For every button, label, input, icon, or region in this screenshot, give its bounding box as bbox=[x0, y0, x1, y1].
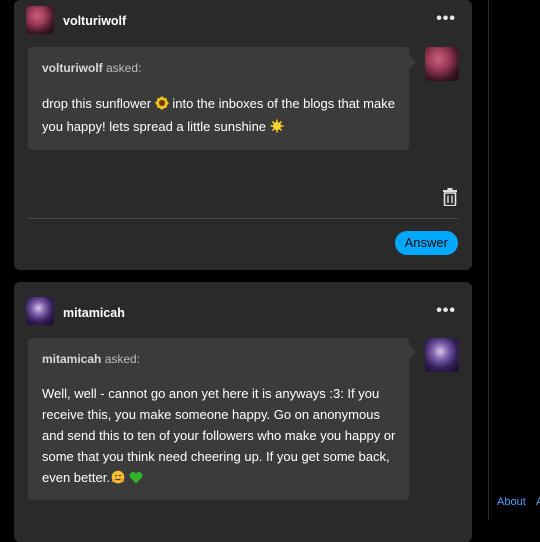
asker-name[interactable]: volturiwolf bbox=[42, 61, 103, 75]
question-body: Well, well - cannot go anon yet here it … bbox=[42, 386, 396, 485]
asked-label: asked: bbox=[101, 352, 141, 366]
trash-icon[interactable] bbox=[442, 188, 458, 211]
ask-bubble: volturiwolf asked: drop this sunflower i… bbox=[28, 47, 409, 150]
bubble-tail bbox=[409, 55, 416, 69]
avatar[interactable] bbox=[26, 297, 54, 325]
question-part: drop this sunflower bbox=[42, 96, 155, 111]
divider bbox=[28, 218, 458, 219]
ask-post-mitamicah: mitamicah ••• mitamicah asked: Well, wel… bbox=[14, 282, 472, 542]
green-heart-emoji bbox=[129, 469, 143, 490]
sidebar-divider bbox=[488, 0, 489, 520]
bubble-tail bbox=[409, 345, 416, 359]
footer-next-link[interactable]: A bbox=[536, 496, 540, 508]
ask-bubble: mitamicah asked: Well, well - cannot go … bbox=[28, 338, 409, 500]
asker-avatar[interactable] bbox=[425, 47, 459, 81]
ask-post-volturiwolf: volturiwolf ••• volturiwolf asked: drop … bbox=[14, 0, 472, 270]
footer-about-link[interactable]: About bbox=[497, 496, 526, 508]
asker-line: mitamicah asked: bbox=[42, 352, 140, 366]
question-text: drop this sunflower into the inboxes of … bbox=[42, 93, 397, 139]
blog-name[interactable]: volturiwolf bbox=[63, 14, 126, 28]
avatar[interactable] bbox=[26, 6, 54, 34]
question-text: Well, well - cannot go anon yet here it … bbox=[42, 383, 397, 490]
asker-name[interactable]: mitamicah bbox=[42, 352, 101, 366]
asker-avatar[interactable] bbox=[425, 338, 459, 372]
answer-button[interactable]: Answer bbox=[394, 231, 458, 255]
blog-name[interactable]: mitamicah bbox=[63, 306, 125, 320]
more-icon[interactable]: ••• bbox=[436, 10, 456, 28]
asked-label: asked: bbox=[102, 61, 142, 75]
asker-line: volturiwolf asked: bbox=[42, 61, 141, 75]
sun-emoji bbox=[270, 118, 284, 139]
more-icon[interactable]: ••• bbox=[436, 302, 456, 320]
hug-emoji bbox=[111, 469, 125, 490]
sunflower-emoji bbox=[155, 95, 169, 116]
